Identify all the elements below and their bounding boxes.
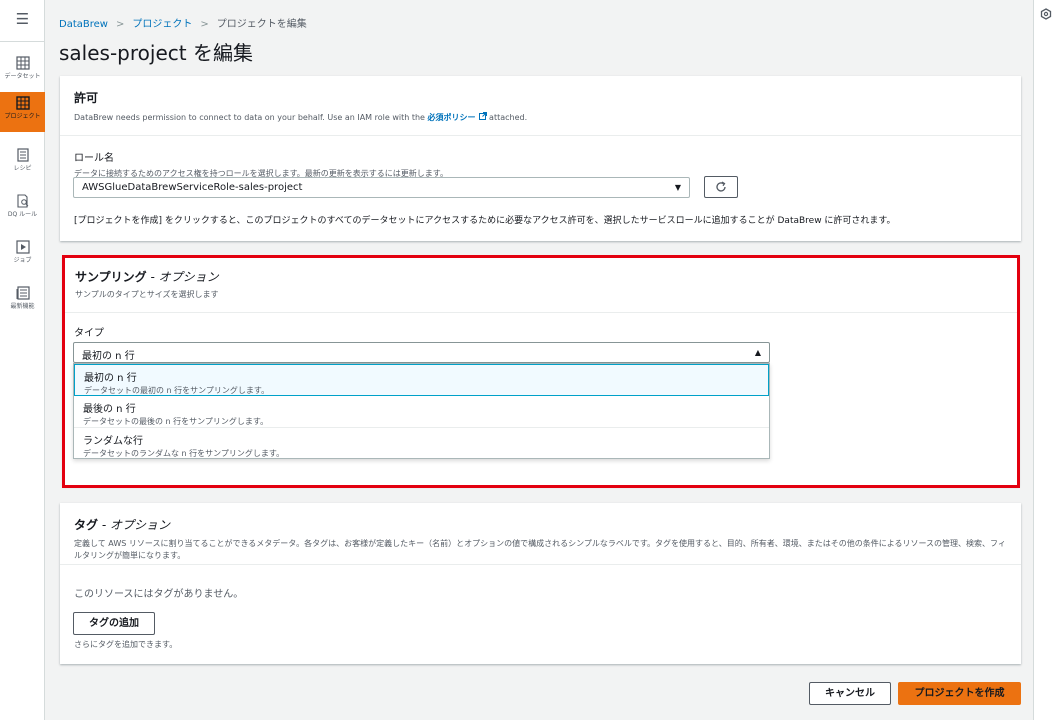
add-tag-button[interactable]: タグの追加 (73, 612, 155, 635)
role-name-select[interactable]: AWSGlueDataBrewServiceRole-sales-project… (73, 177, 690, 198)
highlight-box (62, 255, 1020, 488)
tags-panel: タグ - オプション 定義して AWS リソースに割り当てることができるメタデー… (60, 503, 1021, 664)
table-icon (15, 56, 30, 70)
tags-title: タグ (74, 518, 99, 532)
nav-label: ジョブ (13, 257, 32, 264)
tags-heading: タグ - オプション (74, 516, 1007, 533)
tags-description: 定義して AWS リソースに割り当てることができるメタデータ。各タグは、お客様が… (74, 539, 1006, 560)
nav-item-projects[interactable]: プロジェクト (0, 92, 45, 132)
permissions-desc-before: DataBrew needs permission to connect to … (74, 113, 428, 122)
permissions-header: 許可 DataBrew needs permission to connect … (60, 76, 1021, 136)
nav-label: DQ ルール (7, 211, 38, 218)
side-nav: ☰ データセット プロジェクト レシピ DQ ルール ジョブ 最新機能 (0, 0, 45, 720)
refresh-icon (716, 181, 726, 192)
external-link-icon[interactable] (478, 112, 487, 122)
chevron-right-icon: > (115, 19, 125, 30)
chevron-right-icon: > (200, 19, 209, 30)
required-policy-link[interactable]: 必須ポリシー (428, 113, 476, 122)
nav-label: レシピ (13, 165, 32, 172)
grid-icon (15, 96, 30, 110)
nav-label: データセット (4, 73, 41, 80)
nav-item-datasets[interactable]: データセット (0, 52, 45, 94)
list-icon (16, 148, 29, 162)
document-search-icon (16, 194, 28, 208)
nav-label: プロジェクト (4, 113, 41, 120)
permissions-panel: 許可 DataBrew needs permission to connect … (60, 76, 1021, 241)
breadcrumb-projects[interactable]: プロジェクト (132, 19, 192, 30)
refresh-button[interactable] (704, 176, 738, 198)
permissions-description: DataBrew needs permission to connect to … (74, 112, 1007, 123)
role-name-label: ロール名 (74, 153, 114, 164)
newspaper-icon (16, 286, 30, 300)
create-project-button[interactable]: プロジェクトを作成 (898, 682, 1021, 705)
right-panel (1033, 0, 1057, 720)
nav-divider (0, 41, 45, 42)
settings-icon[interactable] (1040, 8, 1052, 20)
nav-item-recipes[interactable]: レシピ (0, 144, 45, 186)
permission-note: [プロジェクトを作成] をクリックすると、このプロジェクトのすべてのデータセット… (74, 216, 896, 226)
tags-optional: - オプション (98, 518, 170, 532)
caret-down-icon: ▼ (674, 183, 681, 192)
no-tags-message: このリソースにはタグがありません。 (74, 589, 244, 600)
page-title: sales-project を編集 (59, 41, 253, 65)
breadcrumb: DataBrew > プロジェクト > プロジェクトを編集 (59, 15, 307, 30)
nav-item-dq-rules[interactable]: DQ ルール (0, 190, 45, 232)
nav-label: 最新機能 (10, 303, 35, 310)
nav-item-jobs[interactable]: ジョブ (0, 236, 45, 278)
play-icon (15, 240, 30, 254)
add-tag-hint: さらにタグを追加できます。 (74, 640, 178, 649)
breadcrumb-current: プロジェクトを編集 (216, 19, 307, 30)
tags-header: タグ - オプション 定義して AWS リソースに割り当てることができるメタデー… (60, 503, 1021, 565)
nav-item-whats-new[interactable]: 最新機能 (0, 282, 45, 324)
permissions-heading: 許可 (74, 91, 99, 105)
cancel-button[interactable]: キャンセル (809, 682, 891, 705)
menu-icon[interactable]: ☰ (0, 10, 45, 28)
permissions-desc-after: attached. (486, 113, 528, 122)
breadcrumb-databrew[interactable]: DataBrew (59, 19, 108, 30)
role-name-value: AWSGlueDataBrewServiceRole-sales-project (82, 182, 303, 193)
